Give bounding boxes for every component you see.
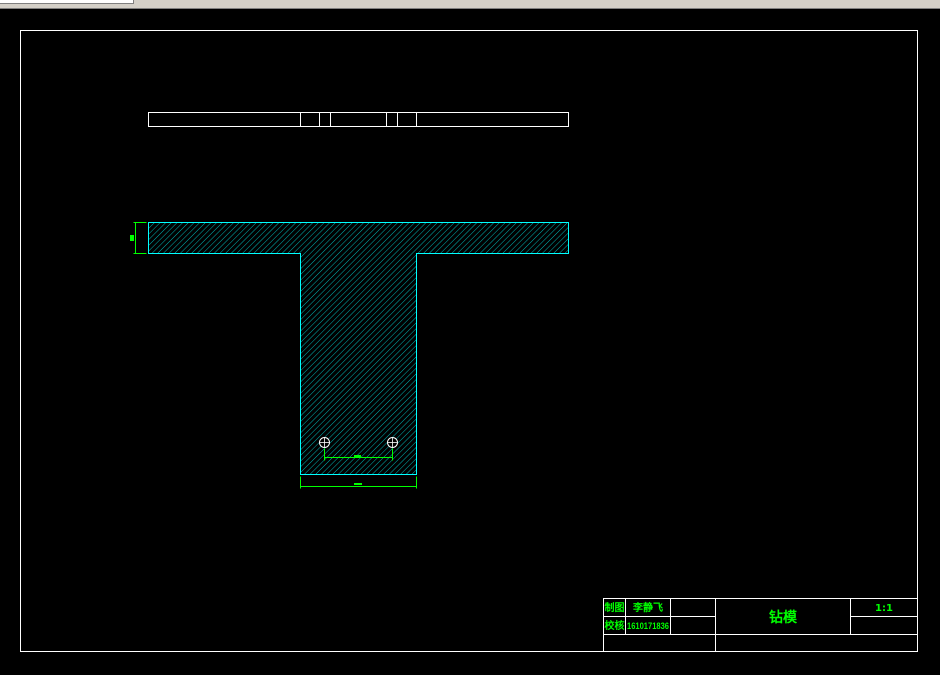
drill-hole-left-icon bbox=[319, 437, 330, 448]
drawn-by-value: 李静飞 bbox=[632, 601, 663, 614]
top-view bbox=[148, 112, 569, 127]
cad-drawing-canvas[interactable]: 制图 李静飞 校核 1610171836 钻模 1:1 bbox=[0, 9, 940, 675]
drawing-name: 钻模 bbox=[769, 609, 798, 626]
web-width-dimension bbox=[300, 476, 417, 489]
top-view-outline bbox=[148, 112, 569, 127]
flange-thickness-dimension bbox=[130, 222, 147, 254]
title-block: 制图 李静飞 校核 1610171836 钻模 1:1 bbox=[603, 598, 918, 652]
document-tab[interactable] bbox=[0, 0, 134, 4]
drawn-by-label: 制图 bbox=[605, 601, 625, 614]
drawing-border-frame bbox=[20, 30, 918, 652]
drawing-svg: 制图 李静飞 校核 1610171836 钻模 1:1 bbox=[20, 30, 918, 652]
checked-by-value: 1610171836 bbox=[627, 621, 669, 631]
checked-by-label: 校核 bbox=[605, 619, 625, 632]
application-chrome-bar bbox=[0, 0, 940, 9]
drawing-scale: 1:1 bbox=[875, 603, 893, 614]
section-hatch bbox=[148, 222, 569, 475]
drill-hole-right-icon bbox=[387, 437, 398, 448]
section-view bbox=[148, 222, 569, 475]
